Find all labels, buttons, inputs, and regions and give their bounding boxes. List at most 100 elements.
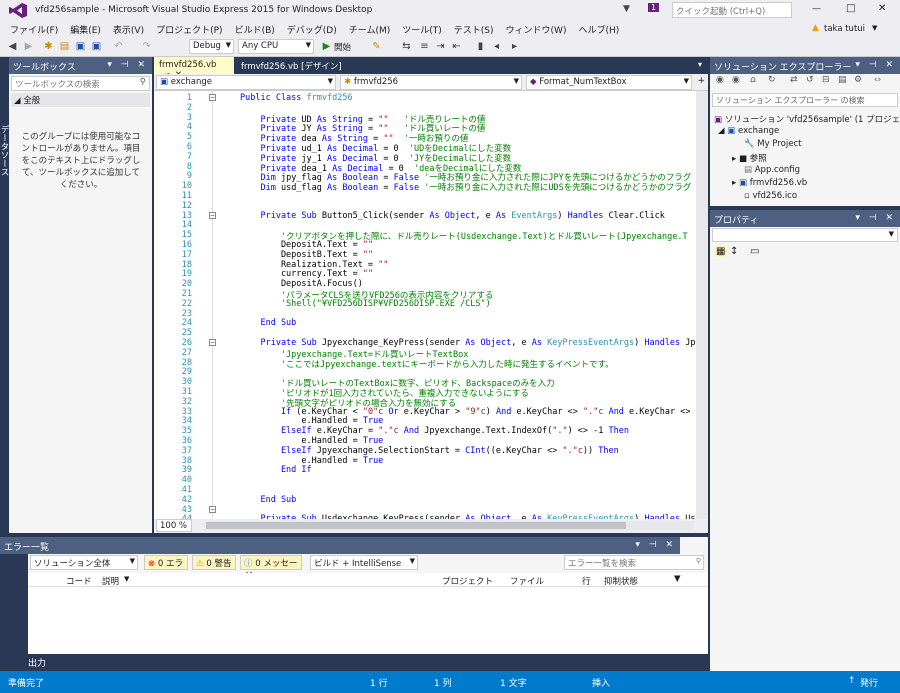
code-line[interactable]: End If	[240, 465, 312, 475]
sync-icon[interactable]: ⇄	[790, 75, 798, 85]
prev-bookmark-icon[interactable]: ◂	[490, 40, 503, 53]
error-scope-select[interactable]: ソリューション全体 ▼	[30, 555, 138, 570]
menu-item[interactable]: プロジェクト(P)	[150, 21, 228, 38]
redo-icon[interactable]: ↷	[140, 40, 153, 53]
quick-launch-input[interactable]: クイック起動 (Ctrl+Q)	[672, 2, 792, 18]
code-line[interactable]: Private Sub Jpyexchange_KeyPress(sender …	[240, 338, 708, 348]
code-line[interactable]: DepositB.Text = ""	[240, 250, 373, 260]
find-icon[interactable]: ✎	[370, 40, 383, 53]
collapse-outline-icon[interactable]: −	[209, 339, 216, 346]
undo-icon[interactable]: ↶	[112, 40, 125, 53]
scrollbar-thumb[interactable]	[206, 522, 626, 529]
code-line[interactable]: If (e.KeyChar < "0"c Or e.KeyChar > "9"c…	[240, 407, 708, 417]
code-line[interactable]: Public Class frmvfd256	[240, 93, 353, 103]
new-project-icon[interactable]: ✱	[42, 40, 55, 53]
collapse-outline-icon[interactable]: −	[209, 505, 216, 513]
column-file[interactable]: ファイル	[510, 575, 544, 587]
column-description[interactable]: 説明	[102, 575, 119, 587]
split-icon[interactable]: +	[697, 76, 705, 86]
toolbox-search-input[interactable]: ツールボックスの検索 ⚲	[11, 76, 150, 91]
tree-item-myproject[interactable]: 🔧 My Project	[744, 139, 801, 149]
tab-frmvfd256-design[interactable]: frmvfd256.vb [デザイン]	[236, 57, 366, 74]
start-icon[interactable]: ▶	[320, 40, 333, 53]
code-line[interactable]: 'ここではJpyexchange.textにキーボードから入力した時に発生するイ…	[240, 358, 614, 370]
zoom-select[interactable]: 100 %	[156, 519, 192, 532]
code-line[interactable]: ElseIf e.KeyChar = "."c And Jpyexchange.…	[240, 426, 629, 436]
panel-buttons[interactable]: ▾ ⊣ ✕	[107, 60, 148, 70]
object-select[interactable]: ▼	[712, 228, 898, 242]
step-icon[interactable]: ⇆	[400, 40, 413, 53]
maximize-button[interactable]: □	[846, 3, 855, 14]
code-line[interactable]: e.Handled = True	[240, 436, 383, 446]
property-pages-icon[interactable]: ▭	[750, 246, 759, 257]
user-name[interactable]: taka tutui	[824, 24, 865, 34]
panel-buttons[interactable]: ▾ ⊣ ✕	[635, 540, 676, 550]
code-line[interactable]: DepositA.Text = ""	[240, 240, 373, 250]
code-line[interactable]: e.Handled = True	[240, 416, 383, 426]
forward-icon[interactable]: ◉	[732, 75, 740, 85]
publish-arrow-icon[interactable]: ↑	[848, 676, 856, 686]
history-icon[interactable]: ↻	[768, 75, 776, 85]
tree-item-project[interactable]: ◢ ▣ exchange	[718, 126, 779, 136]
filter-icon[interactable]: ▼	[674, 574, 681, 584]
errors-filter-button[interactable]: ⊗ 0 エラー	[144, 555, 188, 581]
menu-item[interactable]: ビルド(B)	[229, 21, 281, 38]
menu-item[interactable]: チーム(M)	[343, 21, 397, 38]
code-icon[interactable]: ‹›	[874, 75, 881, 85]
collapse-outline-icon[interactable]: −	[209, 211, 216, 219]
back-icon[interactable]: ◀	[6, 40, 19, 53]
code-line[interactable]: 'Shell("¥VFD256DISP¥VFD256DISP.EXE /CLS"…	[240, 299, 491, 309]
platform-select[interactable]: Any CPU ▼	[238, 39, 314, 54]
tree-item-solution[interactable]: ▣ ソリューション 'vfd256sample' (1 プロジェクト)	[714, 113, 900, 125]
column-line[interactable]: 行	[582, 575, 591, 587]
collapsed-icon[interactable]: ▸	[732, 178, 736, 188]
messages-filter-button[interactable]: ⓘ 0 メッセージ	[240, 555, 302, 581]
tree-item-references[interactable]: ▸ ■ 参照	[732, 152, 767, 164]
menu-item[interactable]: ウィンドウ(W)	[500, 21, 573, 38]
tab-frmvfd256-code[interactable]: frmvfd256.vb ⊸ ✕	[154, 57, 234, 80]
panel-buttons[interactable]: ▾ ⊣ ✕	[855, 60, 896, 70]
menu-item[interactable]: デバッグ(D)	[281, 21, 343, 38]
outdent-icon[interactable]: ⇤	[450, 40, 463, 53]
build-filter-select[interactable]: ビルド + IntelliSense ▼	[310, 555, 418, 570]
forward-icon[interactable]: ▶	[22, 40, 35, 53]
warnings-filter-button[interactable]: ⚠ 0 警告	[192, 555, 236, 570]
code-line[interactable]: ElseIf Jpyexchange.SelectionStart = CInt…	[240, 446, 619, 456]
back-icon[interactable]: ◉	[716, 75, 724, 85]
menu-item[interactable]: 表示(V)	[107, 21, 150, 38]
save-all-icon[interactable]: ▣	[90, 40, 103, 53]
output-tab[interactable]: 出力	[0, 654, 708, 671]
tree-item-ico[interactable]: ▫ vfd256.ico	[744, 191, 797, 201]
user-dropdown-icon[interactable]: ▼	[872, 24, 877, 32]
indent-icon[interactable]: ⇥	[434, 40, 447, 53]
tab-dropdown-icon[interactable]: ▾	[698, 60, 702, 69]
collapsed-icon[interactable]: ▸	[732, 154, 736, 164]
data-sources-strip[interactable]: データソース	[0, 57, 9, 671]
filter-icon[interactable]: ▼	[623, 4, 630, 14]
close-button[interactable]: ✕	[878, 3, 886, 14]
column-suppression[interactable]: 抑制状態	[604, 575, 638, 587]
expand-icon[interactable]: ◢	[718, 126, 725, 136]
publish-button[interactable]: 発行	[860, 676, 878, 689]
code-line[interactable]: Dim usd_flag As Boolean = False '一時お預り金に…	[240, 181, 691, 193]
menu-item[interactable]: 編集(E)	[64, 21, 107, 38]
bookmark-icon[interactable]: ▮	[474, 40, 487, 53]
project-nav-select[interactable]: ▣ exchange ▼	[156, 75, 336, 90]
code-line[interactable]: End Sub	[240, 495, 296, 505]
horizontal-scrollbar[interactable]	[204, 521, 694, 530]
format-icon[interactable]: ≡	[418, 40, 431, 53]
vertical-scrollbar[interactable]	[696, 91, 708, 519]
alphabetical-icon[interactable]: ↕	[730, 246, 738, 257]
column-project[interactable]: プロジェクト	[442, 575, 493, 587]
panel-buttons[interactable]: ▾ ⊣ ✕	[855, 213, 896, 223]
code-line[interactable]: Private Sub Button5_Click(sender As Obje…	[240, 211, 664, 221]
code-area[interactable]: 1 Public Class frmvfd256−2 3 Private UD As…	[154, 91, 708, 519]
tree-item-frmvfd256[interactable]: ▸ ▣ frmvfd256.vb	[732, 178, 807, 188]
home-icon[interactable]: ⌂	[750, 75, 756, 85]
next-bookmark-icon[interactable]: ▸	[508, 40, 521, 53]
categorized-icon[interactable]: ▦	[714, 246, 728, 257]
collapse-outline-icon[interactable]: −	[209, 94, 216, 101]
code-line[interactable]: e.Handled = True	[240, 456, 383, 466]
notification-badge[interactable]: 1	[648, 3, 660, 12]
open-file-icon[interactable]: ▤	[58, 40, 71, 53]
